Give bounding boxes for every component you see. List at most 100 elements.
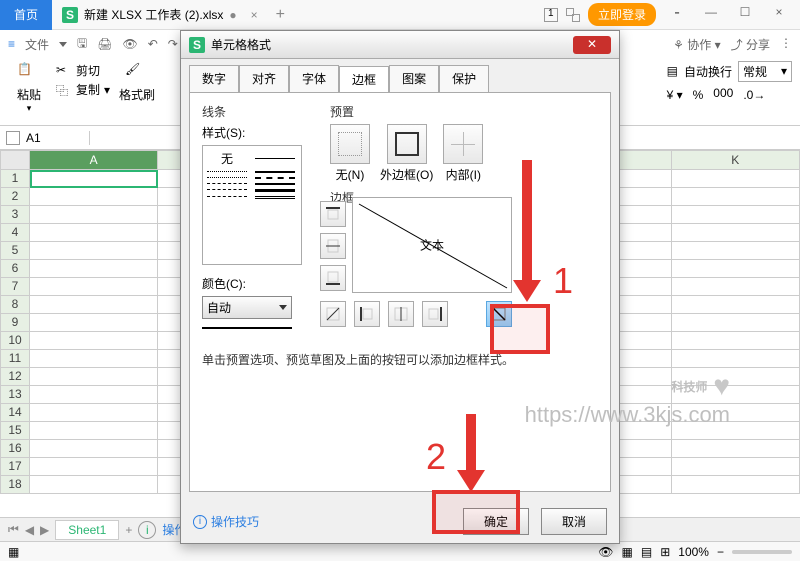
row-header[interactable]: 14	[0, 404, 30, 422]
file-menu[interactable]: 文件	[25, 36, 49, 53]
cell[interactable]	[30, 332, 158, 350]
row-header[interactable]: 16	[0, 440, 30, 458]
app-menu-icon[interactable]: ≡	[8, 37, 15, 51]
undo-icon[interactable]: ↶	[148, 37, 158, 51]
row-header[interactable]: 10	[0, 332, 30, 350]
sheet-nav-prev-icon[interactable]: ◀	[25, 523, 34, 537]
cell[interactable]	[30, 170, 158, 188]
row-header[interactable]: 6	[0, 260, 30, 278]
collab-link[interactable]: ⚘ 协作 ▾	[673, 36, 720, 53]
row-header[interactable]: 18	[0, 476, 30, 494]
close-tab-icon[interactable]: ×	[251, 8, 258, 22]
border-preview[interactable]: 文本	[352, 197, 512, 293]
percent-icon[interactable]: %	[693, 88, 704, 102]
name-box[interactable]: A1	[0, 131, 90, 145]
row-header[interactable]: 4	[0, 224, 30, 242]
tab-protect[interactable]: 保护	[439, 65, 489, 92]
close-window-icon[interactable]: ×	[766, 5, 792, 25]
zoom-slider[interactable]	[732, 550, 792, 554]
row-header[interactable]: 8	[0, 296, 30, 314]
view-normal-icon[interactable]: ▦	[622, 545, 633, 559]
redo-icon[interactable]: ↷	[168, 37, 178, 51]
dialog-close-button[interactable]: ✕	[573, 36, 611, 54]
cell[interactable]	[30, 476, 158, 494]
row-header[interactable]: 15	[0, 422, 30, 440]
border-left-button[interactable]	[354, 301, 380, 327]
tab-workbook[interactable]: S 新建 XLSX 工作表 (2).xlsx ● ×	[52, 0, 268, 30]
help-icon[interactable]: ⁃	[664, 5, 690, 25]
select-all-corner[interactable]	[0, 150, 30, 170]
more-icon[interactable]: ⋮	[780, 36, 792, 53]
row-header[interactable]: 9	[0, 314, 30, 332]
zoom-level[interactable]: 100%	[678, 545, 709, 559]
row-header[interactable]: 1	[0, 170, 30, 188]
preview-icon[interactable]: 👁	[123, 37, 138, 51]
sheet-nav-first-icon[interactable]: ⏮	[8, 522, 19, 537]
print-icon[interactable]: 🖨	[97, 37, 112, 51]
cell[interactable]	[672, 296, 800, 314]
cell[interactable]	[672, 386, 800, 404]
cell[interactable]	[30, 188, 158, 206]
currency-icon[interactable]: ¥ ▾	[667, 88, 683, 102]
row-header[interactable]: 5	[0, 242, 30, 260]
cell[interactable]	[672, 350, 800, 368]
cell[interactable]	[30, 404, 158, 422]
save-icon[interactable]: 🖫	[77, 34, 87, 55]
share-link[interactable]: ⤴ 分享	[731, 36, 770, 53]
comma-icon[interactable]: 000	[713, 86, 733, 105]
preset-none-button[interactable]: 无(N)	[330, 124, 370, 183]
status-mode-icon[interactable]: ▦	[8, 545, 19, 559]
copy-button[interactable]: ⿻复制 ▾	[56, 81, 110, 98]
row-header[interactable]: 11	[0, 350, 30, 368]
cell[interactable]	[30, 260, 158, 278]
cell[interactable]	[672, 170, 800, 188]
add-tab-button[interactable]: +	[268, 6, 293, 24]
border-top-button[interactable]	[320, 201, 346, 227]
maximize-icon[interactable]: ☐	[732, 5, 758, 25]
border-diag-up-button[interactable]	[320, 301, 346, 327]
tab-number[interactable]: 数字	[189, 65, 239, 92]
cell[interactable]	[672, 260, 800, 278]
cell[interactable]	[30, 458, 158, 476]
row-header[interactable]: 12	[0, 368, 30, 386]
tab-font[interactable]: 字体	[289, 65, 339, 92]
cell[interactable]	[672, 206, 800, 224]
col-header-A[interactable]: A	[30, 150, 158, 170]
login-button[interactable]: 立即登录	[588, 3, 656, 26]
cell[interactable]	[30, 278, 158, 296]
cell[interactable]	[30, 440, 158, 458]
view-eye-icon[interactable]: 👁	[598, 545, 613, 559]
view-page-icon[interactable]: ▤	[641, 545, 652, 559]
cell[interactable]	[672, 422, 800, 440]
minimize-icon[interactable]: —	[698, 5, 724, 25]
cell[interactable]	[30, 386, 158, 404]
preset-outer-button[interactable]: 外边框(O)	[380, 124, 433, 183]
sheet-nav-next-icon[interactable]: ▶	[40, 523, 49, 537]
color-dropdown[interactable]: 自动	[202, 296, 292, 319]
cell[interactable]	[672, 476, 800, 494]
view-break-icon[interactable]: ⊞	[660, 545, 670, 559]
cell[interactable]	[672, 188, 800, 206]
row-header[interactable]: 7	[0, 278, 30, 296]
wrap-button[interactable]: 自动换行	[684, 63, 732, 80]
cell[interactable]	[30, 242, 158, 260]
cell[interactable]	[30, 296, 158, 314]
row-header[interactable]: 2	[0, 188, 30, 206]
cell[interactable]	[672, 440, 800, 458]
cell[interactable]	[672, 278, 800, 296]
dialog-titlebar[interactable]: S 单元格格式 ✕	[181, 31, 619, 59]
inc-decimal-icon[interactable]: .0→	[743, 88, 765, 102]
paste-button[interactable]: 📋 粘贴▾	[8, 62, 50, 121]
tab-border[interactable]: 边框	[339, 66, 389, 93]
cell[interactable]	[30, 206, 158, 224]
number-format-dropdown[interactable]: 常规▾	[738, 61, 792, 82]
cell[interactable]	[30, 314, 158, 332]
border-right-button[interactable]	[422, 301, 448, 327]
border-middle-h-button[interactable]	[320, 233, 346, 259]
cell[interactable]	[672, 242, 800, 260]
border-bottom-button[interactable]	[320, 265, 346, 291]
zoom-out-icon[interactable]: −	[717, 545, 724, 559]
row-header[interactable]: 13	[0, 386, 30, 404]
cell[interactable]	[30, 368, 158, 386]
cell[interactable]	[30, 350, 158, 368]
